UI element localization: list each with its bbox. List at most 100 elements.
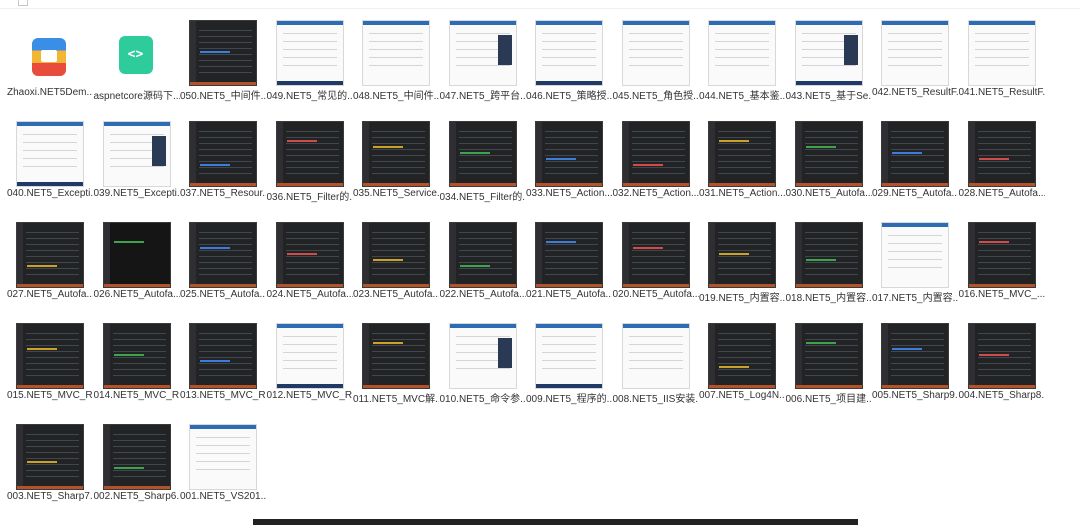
video-preview xyxy=(881,121,949,187)
video-preview xyxy=(102,323,171,389)
file-tile[interactable]: 025.NET5_Autofa... xyxy=(180,212,266,313)
file-thumbnail xyxy=(7,10,93,86)
file-name-label: aspnetcore源码下... xyxy=(93,91,180,102)
file-name-label: 037.NET5_Resour... xyxy=(180,188,266,199)
file-tile[interactable]: 048.NET5_中间件... xyxy=(353,10,439,111)
file-name-label: 022.NET5_Autofa... xyxy=(439,289,526,300)
video-preview xyxy=(621,121,690,187)
file-thumbnail xyxy=(526,313,612,389)
file-tile[interactable]: 008.NET5_IIS安装... xyxy=(613,313,699,414)
file-tile[interactable]: 042.NET5_ResultF... xyxy=(872,10,958,111)
file-tile[interactable]: 032.NET5_Action... xyxy=(613,111,699,212)
file-thumbnail: <> xyxy=(94,10,180,86)
file-tile[interactable]: 039.NET5_Excepti... xyxy=(94,111,180,212)
file-thumbnail xyxy=(699,313,785,389)
video-preview xyxy=(16,323,84,389)
file-tile[interactable]: 044.NET5_基本鉴... xyxy=(699,10,785,111)
file-tile[interactable]: <> aspnetcore源码下... xyxy=(94,10,180,111)
file-tile[interactable]: 041.NET5_ResultF... xyxy=(959,10,1045,111)
video-preview xyxy=(794,222,863,288)
file-tile[interactable]: 002.NET5_Sharp6... xyxy=(94,414,180,515)
file-tile[interactable]: 004.NET5_Sharp8... xyxy=(959,313,1045,414)
file-name-label: 017.NET5_内置容... xyxy=(872,293,958,304)
file-tile[interactable]: 024.NET5_Autofa... xyxy=(267,212,353,313)
file-tile[interactable]: 016.NET5_MVC_... xyxy=(959,212,1045,313)
video-preview xyxy=(448,20,517,86)
toolbar-strip xyxy=(0,0,1080,9)
file-tile[interactable]: 018.NET5_内置容... xyxy=(786,212,872,313)
video-preview xyxy=(448,121,517,187)
file-name-label: 012.NET5_MVC_R... xyxy=(266,390,353,401)
file-tile[interactable]: 037.NET5_Resour... xyxy=(180,111,266,212)
file-tile[interactable]: 023.NET5_Autofa... xyxy=(353,212,439,313)
file-tile[interactable]: 036.NET5_Filter的... xyxy=(267,111,353,212)
file-tile[interactable]: 009.NET5_程序的... xyxy=(526,313,612,414)
file-tile[interactable]: 011.NET5_MVC解... xyxy=(353,313,439,414)
file-tile[interactable]: 017.NET5_内置容... xyxy=(872,212,958,313)
file-name-label: 013.NET5_MVC_R... xyxy=(180,390,266,401)
file-tile[interactable]: 031.NET5_Action... xyxy=(699,111,785,212)
file-tile[interactable]: 043.NET5_基于Se... xyxy=(786,10,872,111)
video-preview xyxy=(967,121,1036,187)
video-preview xyxy=(967,222,1036,288)
file-tile[interactable]: 034.NET5_Filter的... xyxy=(440,111,526,212)
file-thumbnail xyxy=(613,10,699,86)
file-name-label: 041.NET5_ResultF... xyxy=(958,87,1045,98)
video-preview xyxy=(16,222,84,288)
file-tile[interactable]: 035.NET5_Service... xyxy=(353,111,439,212)
file-tile[interactable]: 022.NET5_Autofa... xyxy=(440,212,526,313)
file-thumbnail xyxy=(613,111,699,187)
file-tile[interactable]: 029.NET5_Autofa... xyxy=(872,111,958,212)
file-name-label: 009.NET5_程序的... xyxy=(526,394,612,405)
file-tile[interactable]: 007.NET5_Log4N... xyxy=(699,313,785,414)
file-name-label: 025.NET5_Autofa... xyxy=(180,289,266,300)
file-thumbnail xyxy=(94,111,180,187)
file-thumbnail xyxy=(699,10,785,86)
file-tile[interactable]: 026.NET5_Autofa... xyxy=(94,212,180,313)
file-thumbnail xyxy=(94,313,180,389)
file-thumbnail xyxy=(440,212,526,288)
file-tile[interactable]: 045.NET5_角色授... xyxy=(613,10,699,111)
select-all-checkbox[interactable] xyxy=(18,0,28,6)
file-tile[interactable]: 015.NET5_MVC_R... xyxy=(7,313,93,414)
file-tile[interactable]: 047.NET5_跨平台... xyxy=(440,10,526,111)
file-thumbnail xyxy=(353,111,439,187)
file-tile[interactable]: 019.NET5_内置容... xyxy=(699,212,785,313)
file-tile[interactable]: 040.NET5_Excepti... xyxy=(7,111,93,212)
file-tile[interactable]: 049.NET5_常见的... xyxy=(267,10,353,111)
file-thumbnail xyxy=(180,10,266,86)
file-name-label: 010.NET5_命令参... xyxy=(439,394,526,405)
video-preview xyxy=(708,20,776,86)
video-preview xyxy=(362,323,430,389)
file-tile[interactable]: 046.NET5_策略授... xyxy=(526,10,612,111)
file-tile[interactable]: Zhaoxi.NET5Dem... xyxy=(7,10,93,111)
file-tile[interactable]: 012.NET5_MVC_R... xyxy=(267,313,353,414)
file-tile[interactable]: 028.NET5_Autofa... xyxy=(959,111,1045,212)
file-tile[interactable]: 027.NET5_Autofa... xyxy=(7,212,93,313)
file-tile[interactable]: 010.NET5_命令参... xyxy=(440,313,526,414)
file-tile[interactable]: 030.NET5_Autofa... xyxy=(786,111,872,212)
file-thumbnail xyxy=(786,212,872,288)
file-tile[interactable]: 005.NET5_Sharp9... xyxy=(872,313,958,414)
file-tile[interactable]: 021.NET5_Autofa... xyxy=(526,212,612,313)
file-tile[interactable]: 001.NET5_VS201... xyxy=(180,414,266,515)
file-tile[interactable]: 020.NET5_Autofa... xyxy=(613,212,699,313)
file-name-label: 015.NET5_MVC_R... xyxy=(7,390,93,401)
file-thumbnail xyxy=(699,212,785,288)
file-tile[interactable]: 050.NET5_中间件... xyxy=(180,10,266,111)
file-thumbnail xyxy=(94,414,180,490)
file-tile[interactable]: 014.NET5_MVC_R... xyxy=(94,313,180,414)
file-tile[interactable]: 006.NET5_项目建... xyxy=(786,313,872,414)
video-preview xyxy=(362,222,430,288)
file-tile[interactable]: 033.NET5_Action... xyxy=(526,111,612,212)
video-preview xyxy=(967,20,1036,86)
video-preview xyxy=(881,323,949,389)
archive-icon xyxy=(32,38,66,76)
video-preview xyxy=(621,323,690,389)
file-tile[interactable]: 003.NET5_Sharp7... xyxy=(7,414,93,515)
file-name-label: 019.NET5_内置容... xyxy=(699,293,785,304)
video-preview xyxy=(189,323,257,389)
video-preview xyxy=(708,323,776,389)
file-tile[interactable]: 013.NET5_MVC_R... xyxy=(180,313,266,414)
file-name-label: 040.NET5_Excepti... xyxy=(7,188,93,199)
